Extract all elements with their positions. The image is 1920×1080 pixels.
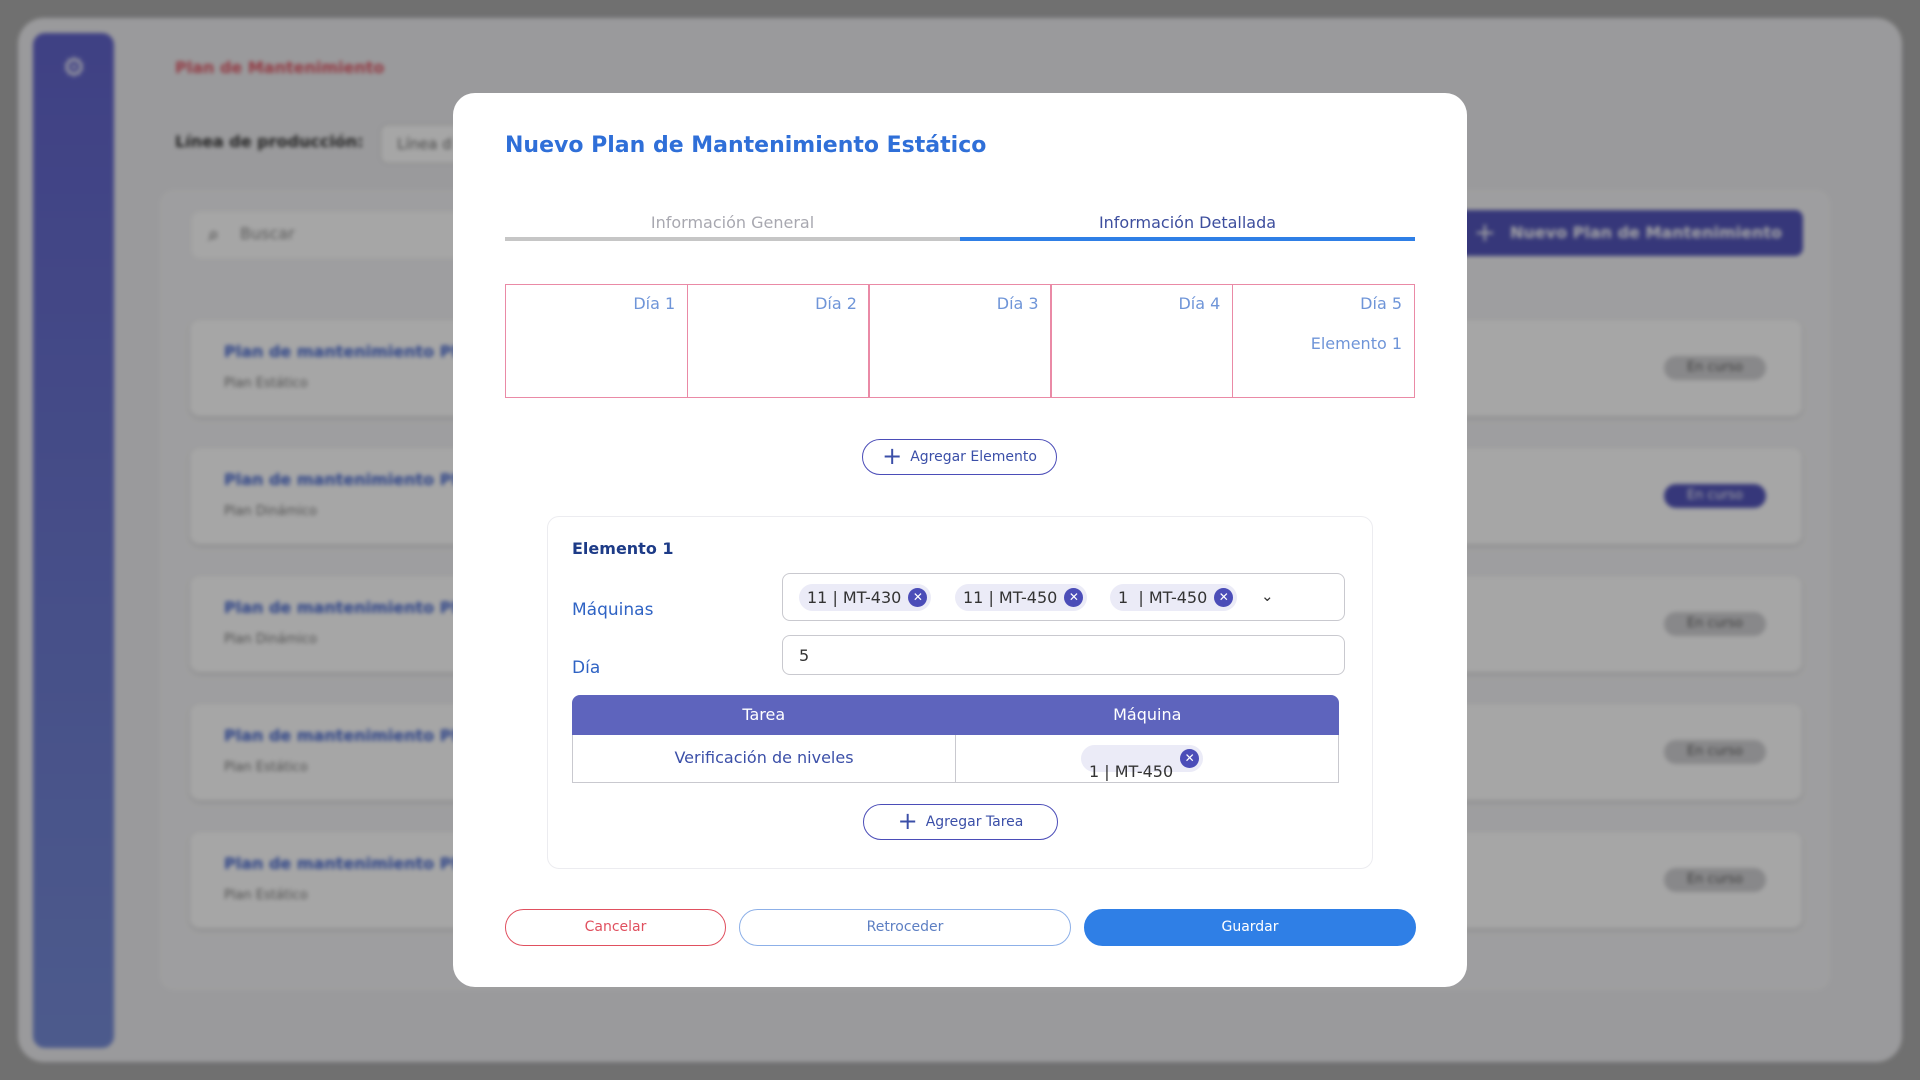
tab-bar: Información General Información Detallad… [505, 211, 1415, 241]
day-cell-4[interactable]: Día 4 [1050, 284, 1234, 398]
new-plan-modal: Nuevo Plan de Mantenimiento Estático Inf… [453, 93, 1467, 987]
cancel-button[interactable]: Cancelar [505, 909, 726, 946]
chip-label: 11 | MT-430 [807, 588, 902, 607]
plus-icon: + [897, 807, 918, 835]
remove-chip-icon[interactable]: ✕ [1214, 588, 1234, 607]
element-panel: Elemento 1 Máquinas 11 | MT-430 ✕ 11 | M… [547, 516, 1373, 869]
day-grid: Día 1 Día 2 Día 3 Día 4 Día 5 Elemento 1 [505, 284, 1416, 398]
plus-icon: + [882, 442, 903, 470]
day-label: Día 4 [1178, 294, 1221, 313]
day-label: Día 2 [815, 294, 857, 313]
table-row: Verificación de niveles 1 | MT-450 ✕ [572, 735, 1339, 783]
day-element[interactable]: Elemento 1 [1311, 334, 1402, 353]
chevron-down-icon[interactable]: ⌄ [1261, 587, 1274, 605]
task-cell[interactable]: Verificación de niveles [573, 735, 956, 782]
save-button[interactable]: Guardar [1084, 909, 1416, 946]
day-label: Día 1 [633, 294, 676, 313]
modal-title: Nuevo Plan de Mantenimiento Estático [505, 133, 987, 158]
tab-detailed-info[interactable]: Información Detallada [960, 211, 1415, 241]
machine-chip: 11 | MT-450 ✕ [955, 584, 1088, 611]
add-task-button[interactable]: + Agregar Tarea [863, 804, 1058, 840]
day-cell-2[interactable]: Día 2 [686, 284, 870, 398]
day-field-label: Día [572, 658, 601, 678]
remove-chip-icon[interactable]: ✕ [908, 588, 928, 607]
machine-cell[interactable]: 1 | MT-450 ✕ [956, 735, 1338, 782]
day-label: Día 3 [996, 294, 1039, 313]
header-task: Tarea [742, 705, 786, 724]
machine-chip: 1 | MT-450 ✕ [1110, 584, 1238, 611]
element-title: Elemento 1 [572, 539, 674, 558]
day-cell-3[interactable]: Día 3 [868, 284, 1052, 398]
machine-chip: 11 | MT-430 ✕ [799, 584, 932, 611]
day-input[interactable]: 5 [782, 635, 1345, 675]
task-table-header: Tarea Máquina [572, 695, 1339, 735]
task-table: Tarea Máquina Verificación de niveles 1 … [572, 695, 1339, 783]
day-cell-1[interactable]: Día 1 [505, 284, 689, 398]
machines-multiselect[interactable]: 11 | MT-430 ✕ 11 | MT-450 ✕ 1 | MT-450 ✕… [782, 573, 1345, 621]
remove-chip-icon[interactable]: ✕ [1064, 588, 1084, 607]
remove-chip-icon[interactable]: ✕ [1180, 749, 1200, 768]
back-button[interactable]: Retroceder [739, 909, 1071, 946]
day-cell-5[interactable]: Día 5 Elemento 1 [1231, 284, 1416, 398]
add-task-label: Agregar Tarea [925, 814, 1024, 830]
add-element-label: Agregar Elemento [910, 449, 1037, 465]
chip-label: 11 | MT-450 [963, 588, 1058, 607]
header-machine: Máquina [1113, 705, 1182, 724]
day-label: Día 5 [1360, 294, 1403, 313]
machines-label: Máquinas [572, 600, 654, 620]
tab-general-info[interactable]: Información General [505, 211, 960, 241]
chip-label: 1 | MT-450 [1089, 762, 1174, 781]
machine-chip: 1 | MT-450 ✕ [1081, 745, 1204, 781]
add-element-button[interactable]: + Agregar Elemento [862, 439, 1057, 475]
chip-label: 1 | MT-450 [1118, 588, 1208, 607]
